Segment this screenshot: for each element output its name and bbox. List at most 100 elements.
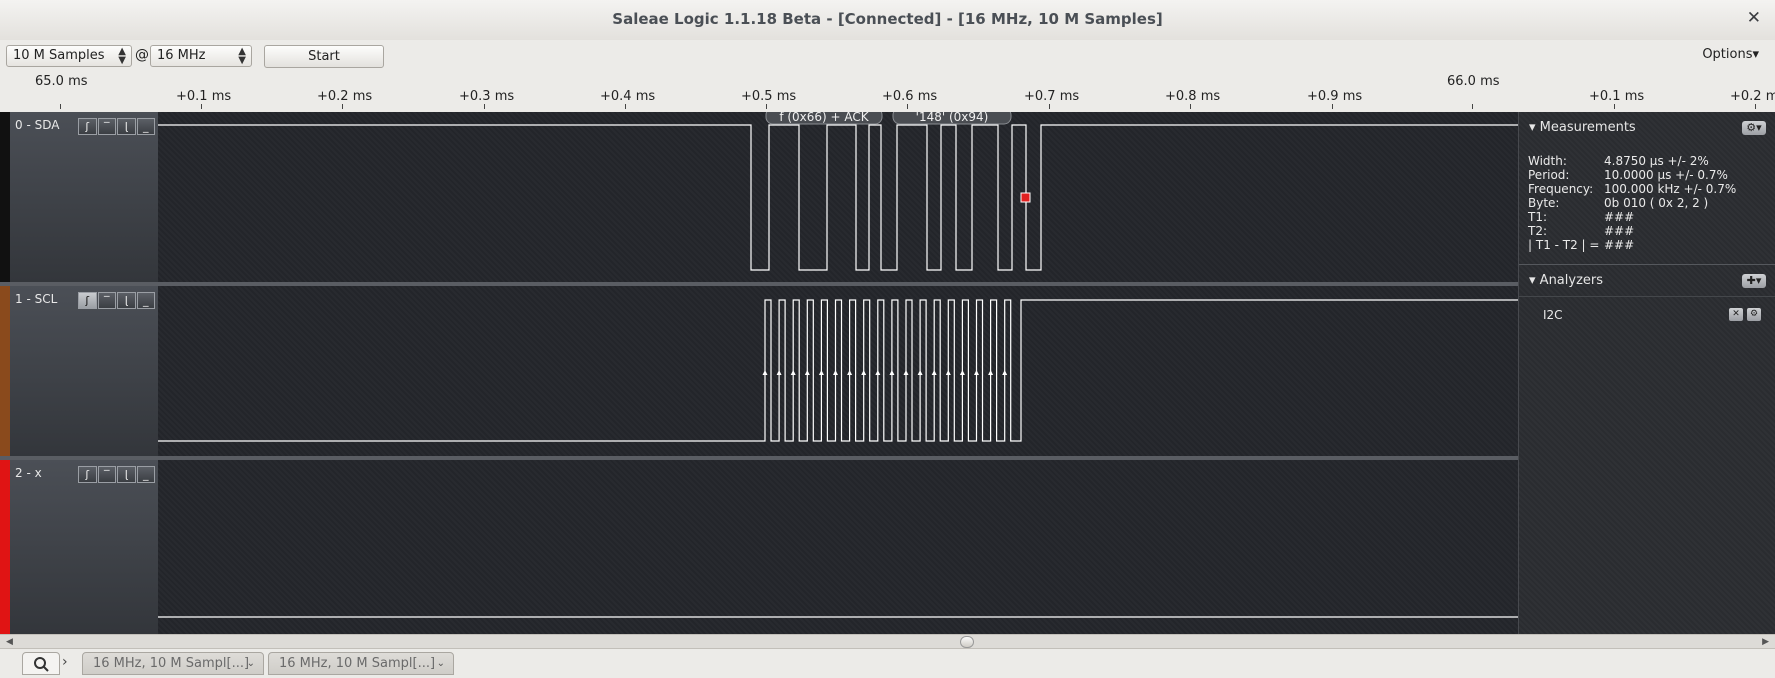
- tab-label: 16 MHz, 10 M Sampl[...]: [279, 656, 436, 671]
- session-tab-1[interactable]: 16 MHz, 10 M Sampl[...] ⌄: [82, 652, 264, 675]
- x-waveform: [158, 616, 1518, 618]
- window-title: Saleae Logic 1.1.18 Beta - [Connected] -…: [612, 10, 1163, 28]
- ruler-major-mark: [60, 104, 61, 109]
- tab-dropdown-icon[interactable]: ⌄: [247, 653, 255, 674]
- session-tab-2[interactable]: 16 MHz, 10 M Sampl[...] ⌄: [268, 652, 454, 675]
- measurements-gear-icon[interactable]: ⚙▾: [1742, 121, 1766, 135]
- spinner-arrows-icon: ▲ ▼: [118, 46, 126, 66]
- analyzer-item-i2c[interactable]: I2C: [1543, 308, 1563, 322]
- sample-point-arrow: [1002, 370, 1008, 375]
- ruler-tick-label: +0.8 ms: [1165, 89, 1221, 104]
- ruler-tick-mark: [1755, 104, 1756, 109]
- ruler-tick-label: +0.1 ms: [176, 89, 232, 104]
- trigger-buttons: ʃ ‾ ɭ _: [78, 466, 156, 485]
- measurement-key: T1:: [1528, 210, 1548, 224]
- collapse-triangle-icon: ▾: [1529, 120, 1536, 135]
- rising-edge-trigger-icon[interactable]: ʃ: [78, 118, 97, 135]
- spinner-arrows-icon: ▲ ▼: [238, 46, 246, 66]
- sample-point-arrow: [861, 370, 867, 375]
- rate-select[interactable]: 16 MHz ▲ ▼: [150, 45, 252, 67]
- side-panel: ▾ Measurements ⚙▾ Width: 4.8750 µs +/- 2%…: [1518, 112, 1775, 634]
- channel-label-sda[interactable]: 0 - SDA ʃ ‾ ɭ _: [0, 112, 158, 282]
- measurement-value: 100.000 kHz +/- 0.7%: [1604, 182, 1737, 196]
- measurement-row: | T1 - T2 | = ###: [1528, 238, 1736, 252]
- samples-select[interactable]: 10 M Samples ▲ ▼: [6, 45, 132, 67]
- measurement-key: Width:: [1528, 154, 1567, 168]
- analyzers-header[interactable]: ▾ Analyzers: [1529, 273, 1603, 288]
- toolbar: 10 M Samples ▲ ▼ @ 16 MHz ▲ ▼ Start: [0, 40, 1775, 72]
- ruler-tick-label: +0.2 ms: [1730, 89, 1775, 104]
- measurement-key: Period:: [1528, 168, 1570, 182]
- options-menu[interactable]: Options▾: [1702, 47, 1759, 62]
- ruler-tick-mark: [907, 104, 908, 109]
- at-symbol: @: [135, 47, 149, 63]
- measurements-header[interactable]: ▾ Measurements: [1529, 120, 1636, 135]
- plot-scl[interactable]: [158, 286, 1518, 456]
- sample-point-arrow: [959, 370, 965, 375]
- start-button[interactable]: Start: [264, 45, 384, 68]
- falling-edge-trigger-icon[interactable]: ɭ: [117, 118, 136, 135]
- measurement-row: Frequency: 100.000 kHz +/- 0.7%: [1528, 182, 1736, 196]
- tab-label: 16 MHz, 10 M Sampl[...]: [93, 656, 250, 671]
- rising-edge-trigger-icon[interactable]: ʃ: [78, 466, 97, 483]
- low-trigger-icon[interactable]: _: [136, 118, 155, 135]
- high-trigger-icon[interactable]: ‾: [97, 292, 116, 309]
- scroll-right-icon[interactable]: ▶: [1762, 635, 1769, 649]
- trigger-buttons: ʃ ‾ ɭ _: [78, 292, 156, 311]
- measurement-row: Byte: 0b 010 ( 0x 2, 2 ): [1528, 196, 1736, 210]
- sample-point-arrow: [762, 370, 768, 375]
- high-trigger-icon[interactable]: ‾: [97, 118, 116, 135]
- ruler-tick-mark: [625, 104, 626, 109]
- sample-point-arrow: [790, 370, 796, 375]
- collapse-triangle-icon: ▾: [1529, 273, 1536, 288]
- title-bar: Saleae Logic 1.1.18 Beta - [Connected] -…: [0, 0, 1775, 41]
- sample-point-arrow: [847, 370, 853, 375]
- low-trigger-icon[interactable]: _: [136, 292, 155, 309]
- measurement-marker[interactable]: [1020, 192, 1031, 203]
- plot-sda[interactable]: f (0x66) + ACK '148' (0x94): [158, 107, 1518, 282]
- samples-value: 10 M Samples: [13, 48, 105, 63]
- horizontal-scrollbar[interactable]: ◀ ▶: [0, 634, 1775, 649]
- analyzer-settings-gear-icon[interactable]: ⚙: [1747, 308, 1761, 321]
- trigger-buttons: ʃ ‾ ɭ _: [78, 118, 156, 137]
- high-trigger-icon[interactable]: ‾: [97, 466, 116, 483]
- ruler-tick-mark: [201, 104, 202, 109]
- measurement-key: T2:: [1528, 224, 1548, 238]
- ruler-tick-label: +0.9 ms: [1307, 89, 1363, 104]
- falling-edge-trigger-icon[interactable]: ɭ: [117, 466, 136, 483]
- falling-edge-trigger-icon[interactable]: ɭ: [117, 292, 136, 309]
- channel-label-x[interactable]: 2 - x ʃ ‾ ɭ _: [0, 460, 158, 634]
- add-analyzer-icon[interactable]: ✚▾: [1742, 274, 1766, 288]
- ruler-tick-mark: [342, 104, 343, 109]
- plot-x[interactable]: [158, 460, 1518, 634]
- tab-dropdown-icon[interactable]: ⌄: [437, 653, 445, 674]
- ruler-tick-mark: [1190, 104, 1191, 109]
- rate-value: 16 MHz: [157, 48, 206, 63]
- low-trigger-icon[interactable]: _: [136, 466, 155, 483]
- sample-point-arrow: [818, 370, 824, 375]
- measurement-value: 0b 010 ( 0x 2, 2 ): [1604, 196, 1709, 210]
- measurement-value: 4.8750 µs +/- 2%: [1604, 154, 1709, 168]
- ruler-tick-mark: [1332, 104, 1333, 109]
- sample-point-arrow: [833, 370, 838, 375]
- decoded-annotation-text: f (0x66) + ACK: [779, 112, 869, 124]
- measurement-key: Frequency:: [1528, 182, 1594, 196]
- channel-area: 0 - SDA ʃ ‾ ɭ _ f (0x66) + ACK '148' (0x9…: [0, 107, 1518, 634]
- expand-tabs-chevron-icon[interactable]: ›: [62, 652, 76, 675]
- measurement-key: Byte:: [1528, 196, 1560, 210]
- ruler-tick-label: +0.3 ms: [459, 89, 515, 104]
- rising-edge-trigger-icon[interactable]: ʃ: [78, 292, 97, 309]
- close-icon[interactable]: ✕: [1747, 8, 1761, 28]
- search-tab[interactable]: [22, 652, 60, 675]
- channel-label-scl[interactable]: 1 - SCL ʃ ‾ ɭ _: [0, 286, 158, 456]
- app-window: Saleae Logic 1.1.18 Beta - [Connected] -…: [0, 0, 1775, 678]
- measurement-value: ###: [1604, 224, 1635, 238]
- sample-point-arrow: [945, 370, 951, 375]
- analyzers-title: Analyzers: [1539, 273, 1604, 288]
- scroll-thumb[interactable]: [960, 636, 974, 648]
- remove-analyzer-icon[interactable]: ✕: [1729, 308, 1743, 321]
- measurement-row: T2: ###: [1528, 224, 1736, 238]
- scroll-left-icon[interactable]: ◀: [6, 635, 13, 649]
- sample-point-arrow: [917, 370, 923, 375]
- decoded-annotation-text: '148' (0x94): [916, 112, 989, 124]
